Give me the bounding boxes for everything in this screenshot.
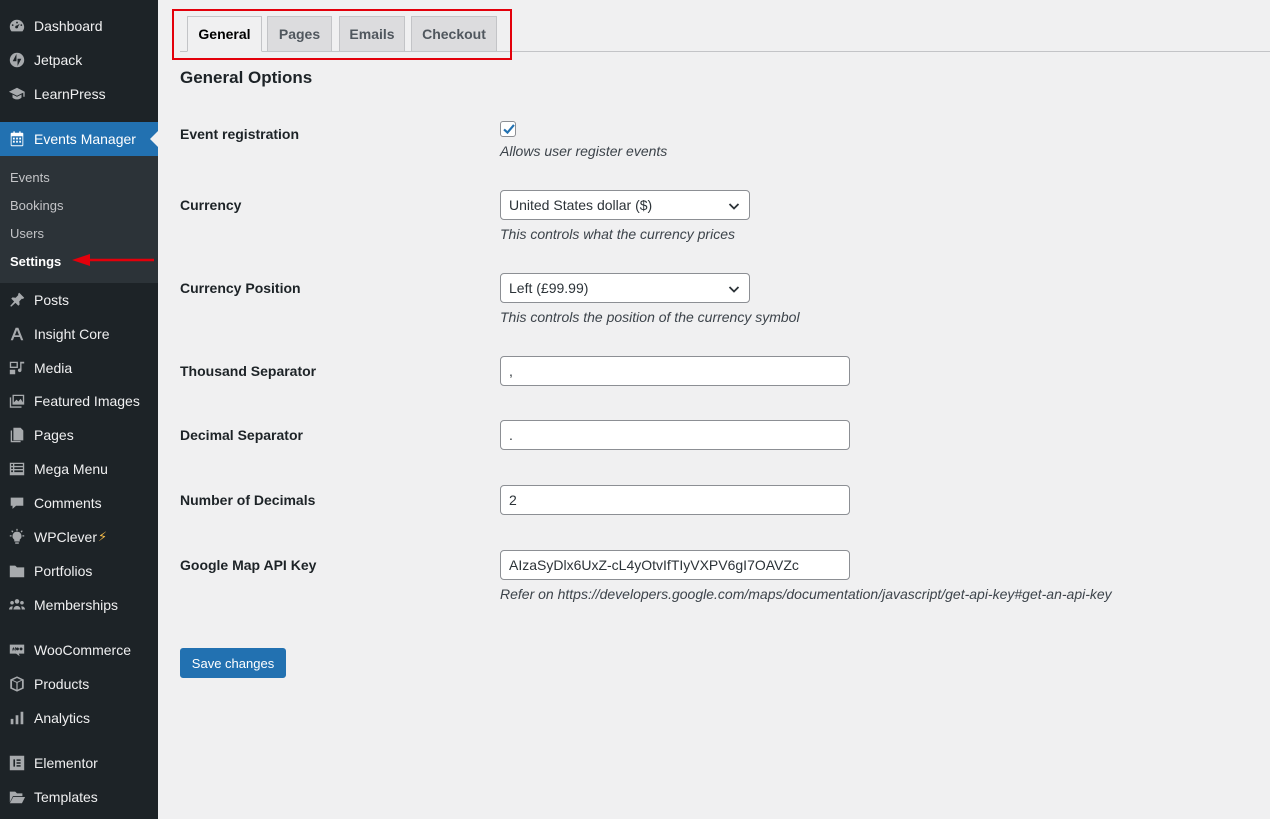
tab-checkout[interactable]: Checkout (411, 16, 497, 52)
sidebar-item-label: Analytics (34, 710, 91, 726)
sidebar-item-label: Portfolios (34, 563, 93, 579)
currency-label: Currency (180, 197, 242, 213)
mortarboard-icon (0, 85, 34, 103)
thousand-separator-input[interactable] (500, 356, 850, 386)
sidebar-item-label: Events Manager (34, 131, 136, 147)
woo-icon (0, 641, 34, 659)
folder-open-icon (0, 788, 34, 806)
sidebar-item-label: Elementor (34, 755, 98, 771)
event-registration-label: Event registration (180, 126, 300, 142)
elementor-icon (0, 754, 34, 772)
media-icon (0, 359, 34, 377)
section-title: General Options (180, 68, 313, 87)
groups-icon (0, 596, 34, 614)
sidebar-item-events-manager[interactable]: Events Manager (0, 122, 158, 156)
currency-select[interactable]: United States dollar ($) (500, 190, 750, 220)
sidebar-item-label: Memberships (34, 597, 119, 613)
tab-general[interactable]: General (187, 16, 262, 52)
comment-icon (0, 494, 34, 512)
lightning-bolt-icon: ⚡ (98, 529, 108, 544)
sidebar-item-label: LearnPress (34, 86, 106, 102)
sidebar-item-elementor[interactable]: Elementor (0, 746, 158, 780)
sidebar-item-featured-images[interactable]: Featured Images (0, 384, 158, 418)
sidebar-item-analytics[interactable]: Analytics (0, 701, 158, 735)
lightbulb-icon (0, 528, 34, 546)
submenu-item-bookings[interactable]: Bookings (10, 198, 63, 213)
google-map-api-key-label: Google Map API Key (180, 557, 317, 573)
sidebar-item-pages[interactable]: Pages (0, 418, 158, 452)
event-registration-checkbox[interactable] (500, 121, 516, 137)
sidebar-item-label: Jetpack (34, 52, 83, 68)
tab-pages[interactable]: Pages (267, 16, 332, 52)
google-map-api-key-input[interactable] (500, 550, 850, 580)
sidebar-item-label: WPClever (34, 529, 98, 545)
submenu-item-settings[interactable]: Settings (10, 254, 61, 269)
sidebar-item-learnpress[interactable]: LearnPress (0, 77, 158, 111)
sidebar-item-label: Dashboard (34, 18, 103, 34)
sidebar-item-wpclever[interactable]: WPClever ⚡ (0, 520, 158, 554)
bar-chart-icon (0, 709, 34, 727)
dashboard-icon (0, 17, 34, 35)
decimal-separator-input[interactable] (500, 420, 850, 450)
event-registration-description: Allows user register events (500, 143, 668, 159)
currency-select-value: United States dollar ($) (509, 197, 653, 213)
sidebar-item-jetpack[interactable]: Jetpack (0, 43, 158, 77)
images-icon (0, 392, 34, 410)
pages-icon (0, 426, 34, 444)
sidebar-item-label: Media (34, 360, 73, 376)
active-indicator (150, 131, 158, 147)
currency-description: This controls what the currency prices (500, 226, 735, 242)
sidebar-item-insight-core[interactable]: Insight Core (0, 317, 158, 351)
sidebar-item-label: Pages (34, 427, 74, 443)
google-map-api-key-description: Refer on https://developers.google.com/m… (500, 586, 1112, 602)
sidebar-item-products[interactable]: Products (0, 667, 158, 701)
submenu-item-events[interactable]: Events (10, 170, 50, 185)
thousand-separator-label: Thousand Separator (180, 363, 317, 379)
submenu-item-users[interactable]: Users (10, 226, 44, 241)
save-changes-button[interactable]: Save changes (180, 648, 286, 678)
sidebar-item-label: Posts (34, 292, 70, 308)
sidebar-item-templates[interactable]: Templates (0, 780, 158, 814)
list-icon (0, 460, 34, 478)
sidebar-item-comments[interactable]: Comments (0, 486, 158, 520)
sidebar-item-woocommerce[interactable]: WooCommerce (0, 633, 158, 667)
pin-icon (0, 291, 34, 309)
jetpack-icon (0, 51, 34, 69)
sidebar-item-mega-menu[interactable]: Mega Menu (0, 452, 158, 486)
number-of-decimals-label: Number of Decimals (180, 492, 316, 508)
annotation-arrow (72, 254, 154, 266)
chevron-down-icon (728, 286, 740, 293)
currency-position-label: Currency Position (180, 280, 301, 296)
sidebar-item-label: Products (34, 676, 90, 692)
calendar-icon (0, 130, 34, 148)
decimal-separator-label: Decimal Separator (180, 427, 303, 443)
sidebar-item-label: Templates (34, 789, 98, 805)
sidebar-item-label: WooCommerce (34, 642, 131, 658)
box-icon (0, 675, 34, 693)
sidebar-item-posts[interactable]: Posts (0, 283, 158, 317)
chevron-down-icon (728, 203, 740, 210)
sidebar-item-label: Featured Images (34, 393, 140, 409)
currency-position-select-value: Left (£99.99) (509, 280, 589, 296)
currency-position-select[interactable]: Left (£99.99) (500, 273, 750, 303)
tab-emails[interactable]: Emails (339, 16, 405, 52)
sidebar-item-portfolios[interactable]: Portfolios (0, 554, 158, 588)
checkmark-icon (503, 124, 515, 135)
insight-core-icon (0, 325, 34, 343)
sidebar-item-label: Insight Core (34, 326, 110, 342)
number-of-decimals-input[interactable] (500, 485, 850, 515)
sidebar-item-memberships[interactable]: Memberships (0, 588, 158, 622)
currency-position-description: This controls the position of the curren… (500, 309, 800, 325)
sidebar-item-label: Comments (34, 495, 102, 511)
sidebar-item-media[interactable]: Media (0, 351, 158, 385)
sidebar-item-dashboard[interactable]: Dashboard (0, 9, 158, 43)
folder-icon (0, 562, 34, 580)
sidebar-item-label: Mega Menu (34, 461, 108, 477)
admin-sidebar: Dashboard Jetpack LearnPress Events Mana… (0, 0, 158, 819)
